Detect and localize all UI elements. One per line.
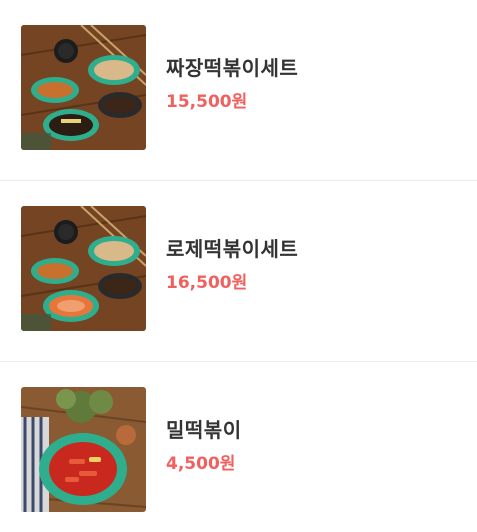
menu-item-price: 4,500원	[166, 454, 236, 474]
jjajang-set-photo	[21, 25, 146, 150]
menu-item-info: 밀떡볶이 4,500원	[166, 417, 242, 475]
menu-item-image[interactable]	[21, 206, 146, 331]
menu-item-info: 로제떡볶이세트 16,500원	[166, 236, 298, 294]
menu-item-price: 15,500원	[166, 92, 248, 112]
menu-item-image[interactable]	[21, 387, 146, 512]
menu-item-price: 16,500원	[166, 273, 248, 293]
menu-item-image[interactable]	[21, 25, 146, 150]
menu-item-wheat-tteokbokki[interactable]: 밀떡볶이 4,500원	[0, 362, 477, 532]
menu-item-name: 로제떡볶이세트	[166, 237, 299, 261]
menu-item-name: 짜장떡볶이세트	[166, 56, 299, 80]
menu-item-name: 밀떡볶이	[166, 418, 242, 442]
menu-item-jjajang-set[interactable]: 짜장떡볶이세트 15,500원	[0, 0, 477, 181]
wheat-tteokbokki-photo	[21, 387, 146, 512]
menu-item-info: 짜장떡볶이세트 15,500원	[166, 55, 298, 113]
rose-set-photo	[21, 206, 146, 331]
menu-item-rose-set[interactable]: 로제떡볶이세트 16,500원	[0, 181, 477, 362]
menu-list: 짜장떡볶이세트 15,500원 로제떡볶이세트 16,500원 밀떡볶이 4,5…	[0, 0, 477, 532]
